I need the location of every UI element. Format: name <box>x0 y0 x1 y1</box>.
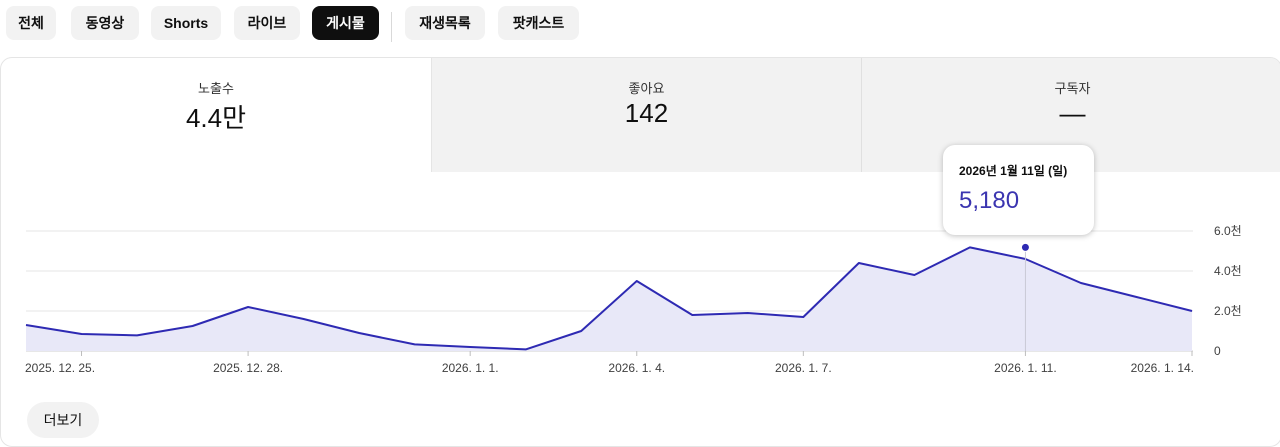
analytics-card: 노출수 4.4만 좋아요 142 구독자 — <box>0 57 1280 447</box>
metric-tab-likes[interactable]: 좋아요 142 <box>431 58 861 172</box>
metric-tab-impressions[interactable]: 노출수 4.4만 <box>1 58 431 172</box>
metric-label: 노출수 <box>198 81 234 96</box>
metric-value: — <box>1059 98 1086 128</box>
metric-value: 4.4만 <box>185 103 247 133</box>
chip-divider <box>391 12 392 42</box>
chip-shorts[interactable]: Shorts <box>151 6 221 40</box>
more-button[interactable]: 더보기 <box>27 402 99 438</box>
chip-posts[interactable]: 게시물 <box>312 6 379 40</box>
metric-value: 142 <box>624 98 669 128</box>
tooltip-date: 2026년 1월 11일 (일) <box>959 164 1068 178</box>
chip-live[interactable]: 라이브 <box>234 6 300 40</box>
tooltip-value: 5,180 <box>959 187 1020 214</box>
chart-tooltip: 2026년 1월 11일 (일) 5,180 <box>943 145 1094 235</box>
chip-all[interactable]: 전체 <box>6 6 56 40</box>
metric-label: 좋아요 <box>628 81 665 96</box>
chip-podcasts[interactable]: 팟캐스트 <box>498 6 579 40</box>
chip-playlists[interactable]: 재생목록 <box>405 6 485 40</box>
metric-label: 구독자 <box>1054 81 1091 96</box>
chip-videos[interactable]: 동영상 <box>71 6 139 40</box>
